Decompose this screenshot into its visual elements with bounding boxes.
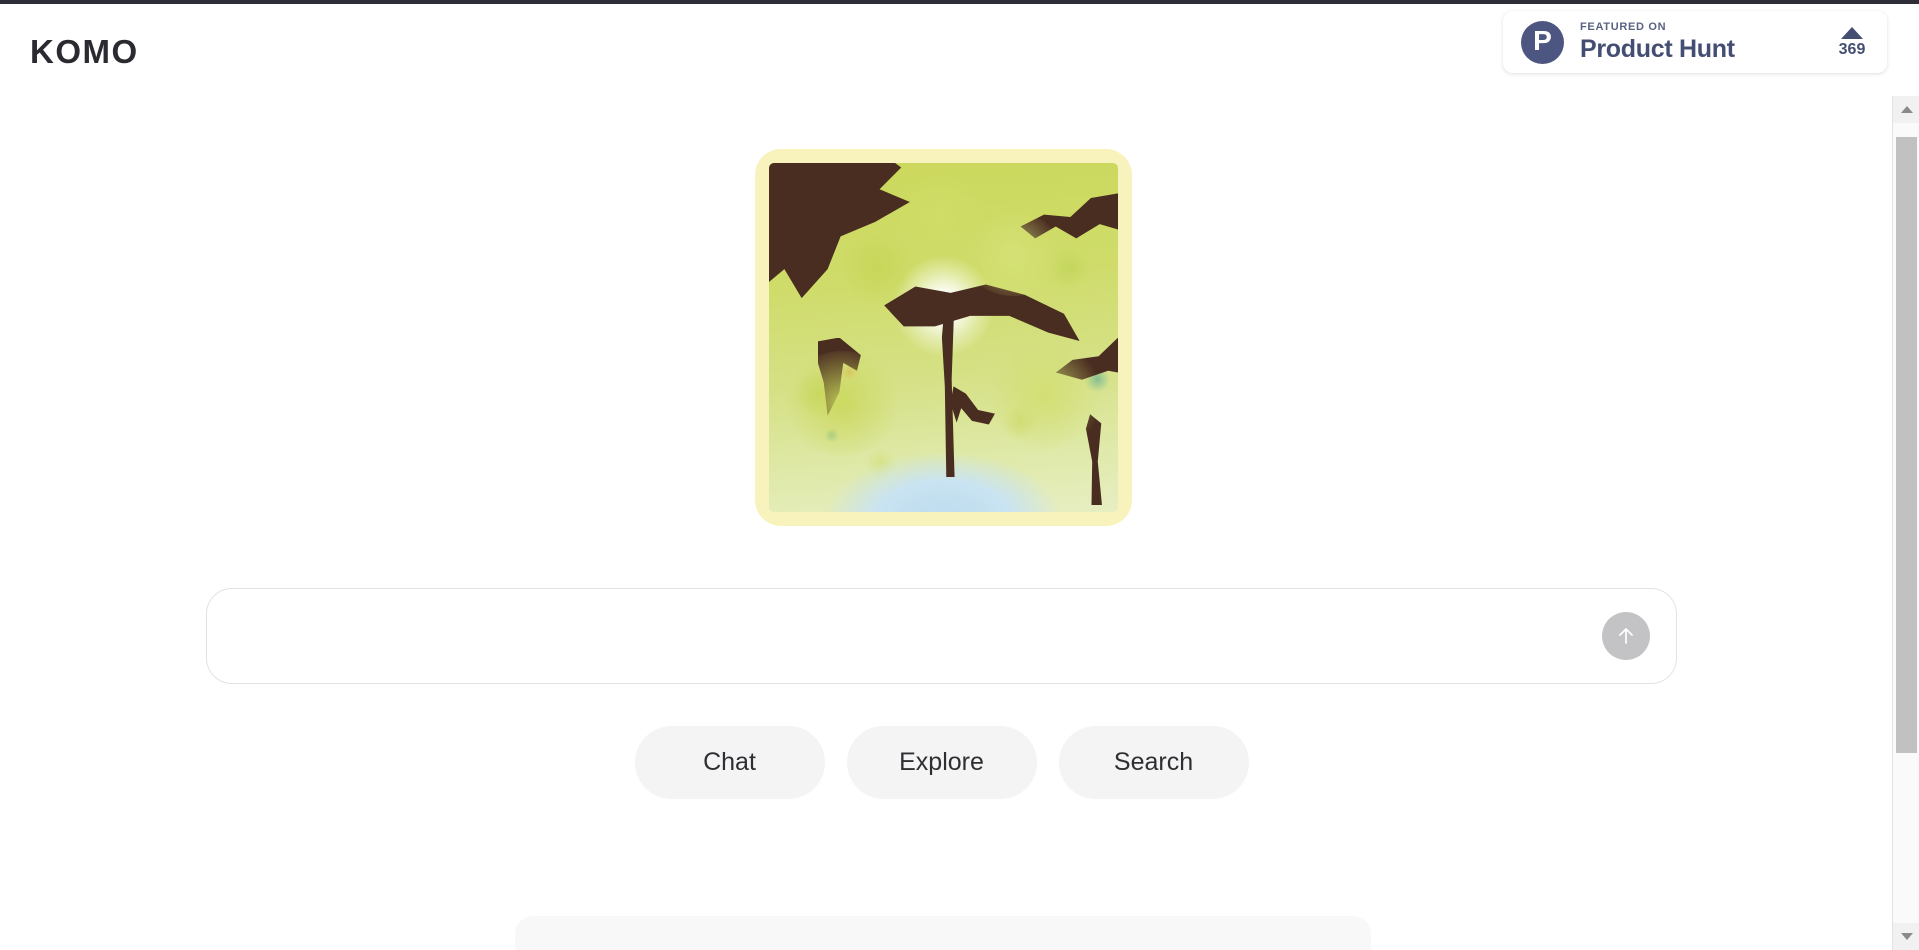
mode-pill-search[interactable]: Search [1058, 726, 1249, 799]
foliage-tuft [964, 211, 1063, 296]
hero-tree-canopy-illustration [769, 163, 1118, 512]
scrollbar-up-button[interactable] [1893, 96, 1919, 123]
foliage-tuft [838, 232, 916, 303]
product-hunt-upvotes[interactable]: 369 [1831, 26, 1873, 58]
browser-chrome-strip [0, 0, 1919, 4]
scrollbar-thumb[interactable] [1896, 137, 1917, 753]
caret-down-icon [1900, 933, 1913, 940]
hero-image-frame [755, 149, 1132, 526]
upvote-caret-icon [1841, 26, 1863, 39]
suggestion-card-chat[interactable]: Chat -- Deep dive, brainstorm or discuss… [515, 916, 1371, 950]
foliage-tuft [985, 344, 1105, 450]
brand-logo[interactable]: KOMO [30, 35, 139, 68]
product-hunt-badge[interactable]: P FEATURED ON Product Hunt 369 [1503, 11, 1887, 73]
arrow-up-icon [1619, 628, 1633, 644]
upvote-count: 369 [1838, 40, 1866, 58]
page-viewport: KOMO P FEATURED ON Product Hunt 369 Chat… [0, 4, 1892, 950]
mode-pill-explore[interactable]: Explore [846, 726, 1037, 799]
featured-on-label: FEATURED ON [1580, 21, 1667, 34]
submit-button[interactable] [1602, 612, 1650, 660]
product-hunt-text-block: FEATURED ON Product Hunt [1580, 21, 1823, 62]
search-bar[interactable] [206, 588, 1677, 684]
mode-pill-chat[interactable]: Chat [634, 726, 825, 799]
mode-selector: Chat Explore Search [206, 726, 1677, 799]
vertical-scrollbar[interactable] [1892, 96, 1919, 950]
search-input[interactable] [207, 589, 1602, 683]
scrollbar-track[interactable] [1893, 123, 1919, 923]
scrollbar-down-button[interactable] [1893, 923, 1919, 950]
product-hunt-name: Product Hunt [1580, 34, 1735, 63]
caret-up-icon [1900, 106, 1913, 113]
product-hunt-icon-letter: P [1533, 25, 1552, 56]
site-header: KOMO P FEATURED ON Product Hunt 369 [0, 4, 1892, 111]
foliage-tuft [782, 351, 902, 457]
product-hunt-icon: P [1521, 20, 1564, 64]
